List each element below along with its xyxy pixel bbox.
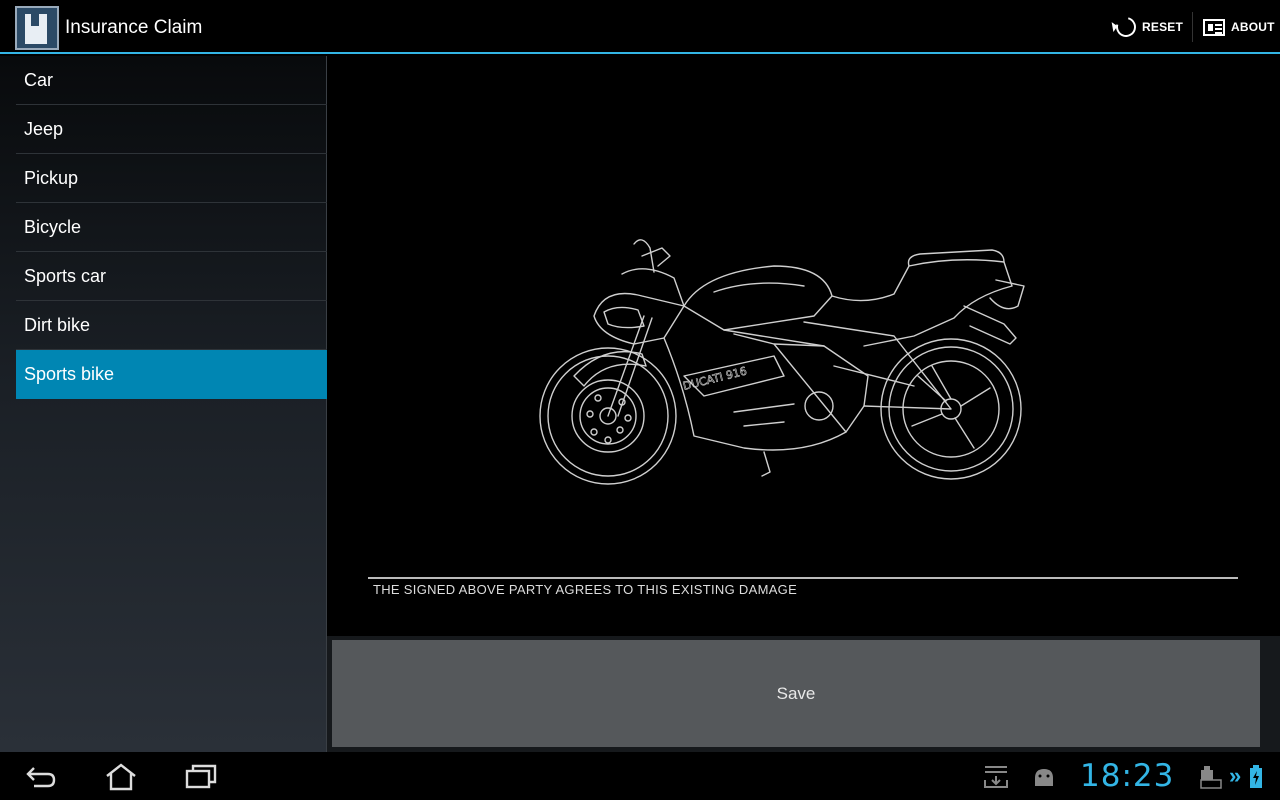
list-item-label: Dirt bike xyxy=(24,314,91,335)
list-item-label: Jeep xyxy=(24,118,64,139)
reset-label: RESET xyxy=(1142,20,1184,34)
keyboard-battery-icon[interactable] xyxy=(1198,764,1224,790)
system-navigation-bar: 18:23 » xyxy=(0,752,1280,800)
reset-button[interactable]: RESET xyxy=(1112,0,1184,54)
action-divider xyxy=(1192,12,1193,42)
vehicle-list: Car Jeep Pickup Bicycle Sports car Dirt … xyxy=(16,56,327,399)
recent-apps-icon[interactable] xyxy=(184,762,218,790)
download-icon[interactable] xyxy=(982,764,1010,790)
vehicle-sidebar: Car Jeep Pickup Bicycle Sports car Dirt … xyxy=(0,56,327,752)
app-logo-icon[interactable] xyxy=(15,6,59,50)
signature-line xyxy=(368,577,1238,579)
list-item-sports-bike[interactable]: Sports bike xyxy=(16,350,327,399)
list-item-bicycle[interactable]: Bicycle xyxy=(16,203,327,252)
list-item-label: Sports bike xyxy=(24,363,115,384)
list-item-pickup[interactable]: Pickup xyxy=(16,154,327,203)
motorcycle-drawing: DUCATI 916 xyxy=(539,239,1025,485)
action-bar: Insurance Claim RESET ABOUT xyxy=(0,0,1280,54)
clock[interactable]: 18:23 xyxy=(1080,758,1174,794)
list-item-label: Sports car xyxy=(24,265,107,286)
damage-canvas[interactable]: DUCATI 916 THE SIGNED ABOVE PARTY AGREES… xyxy=(329,56,1264,636)
list-item-dirt-bike[interactable]: Dirt bike xyxy=(16,301,327,350)
android-debug-icon[interactable] xyxy=(1030,766,1058,788)
back-icon[interactable] xyxy=(24,762,58,790)
battery-charging-icon[interactable] xyxy=(1248,764,1264,790)
about-label: ABOUT xyxy=(1231,20,1275,34)
app-title: Insurance Claim xyxy=(65,17,203,38)
about-icon xyxy=(1203,18,1225,36)
list-item-label: Pickup xyxy=(24,167,79,188)
signature-disclaimer: THE SIGNED ABOVE PARTY AGREES TO THIS EX… xyxy=(373,582,798,597)
expand-chevron-icon[interactable]: » xyxy=(1229,763,1241,789)
list-item-car[interactable]: Car xyxy=(16,56,327,105)
reset-icon xyxy=(1112,13,1140,41)
list-item-label: Car xyxy=(24,69,54,90)
list-item-label: Bicycle xyxy=(24,216,82,237)
about-button[interactable]: ABOUT xyxy=(1203,0,1275,54)
list-item-sports-car[interactable]: Sports car xyxy=(16,252,327,301)
list-item-jeep[interactable]: Jeep xyxy=(16,105,327,154)
save-button[interactable]: Save xyxy=(332,640,1260,747)
home-icon[interactable] xyxy=(104,762,138,792)
